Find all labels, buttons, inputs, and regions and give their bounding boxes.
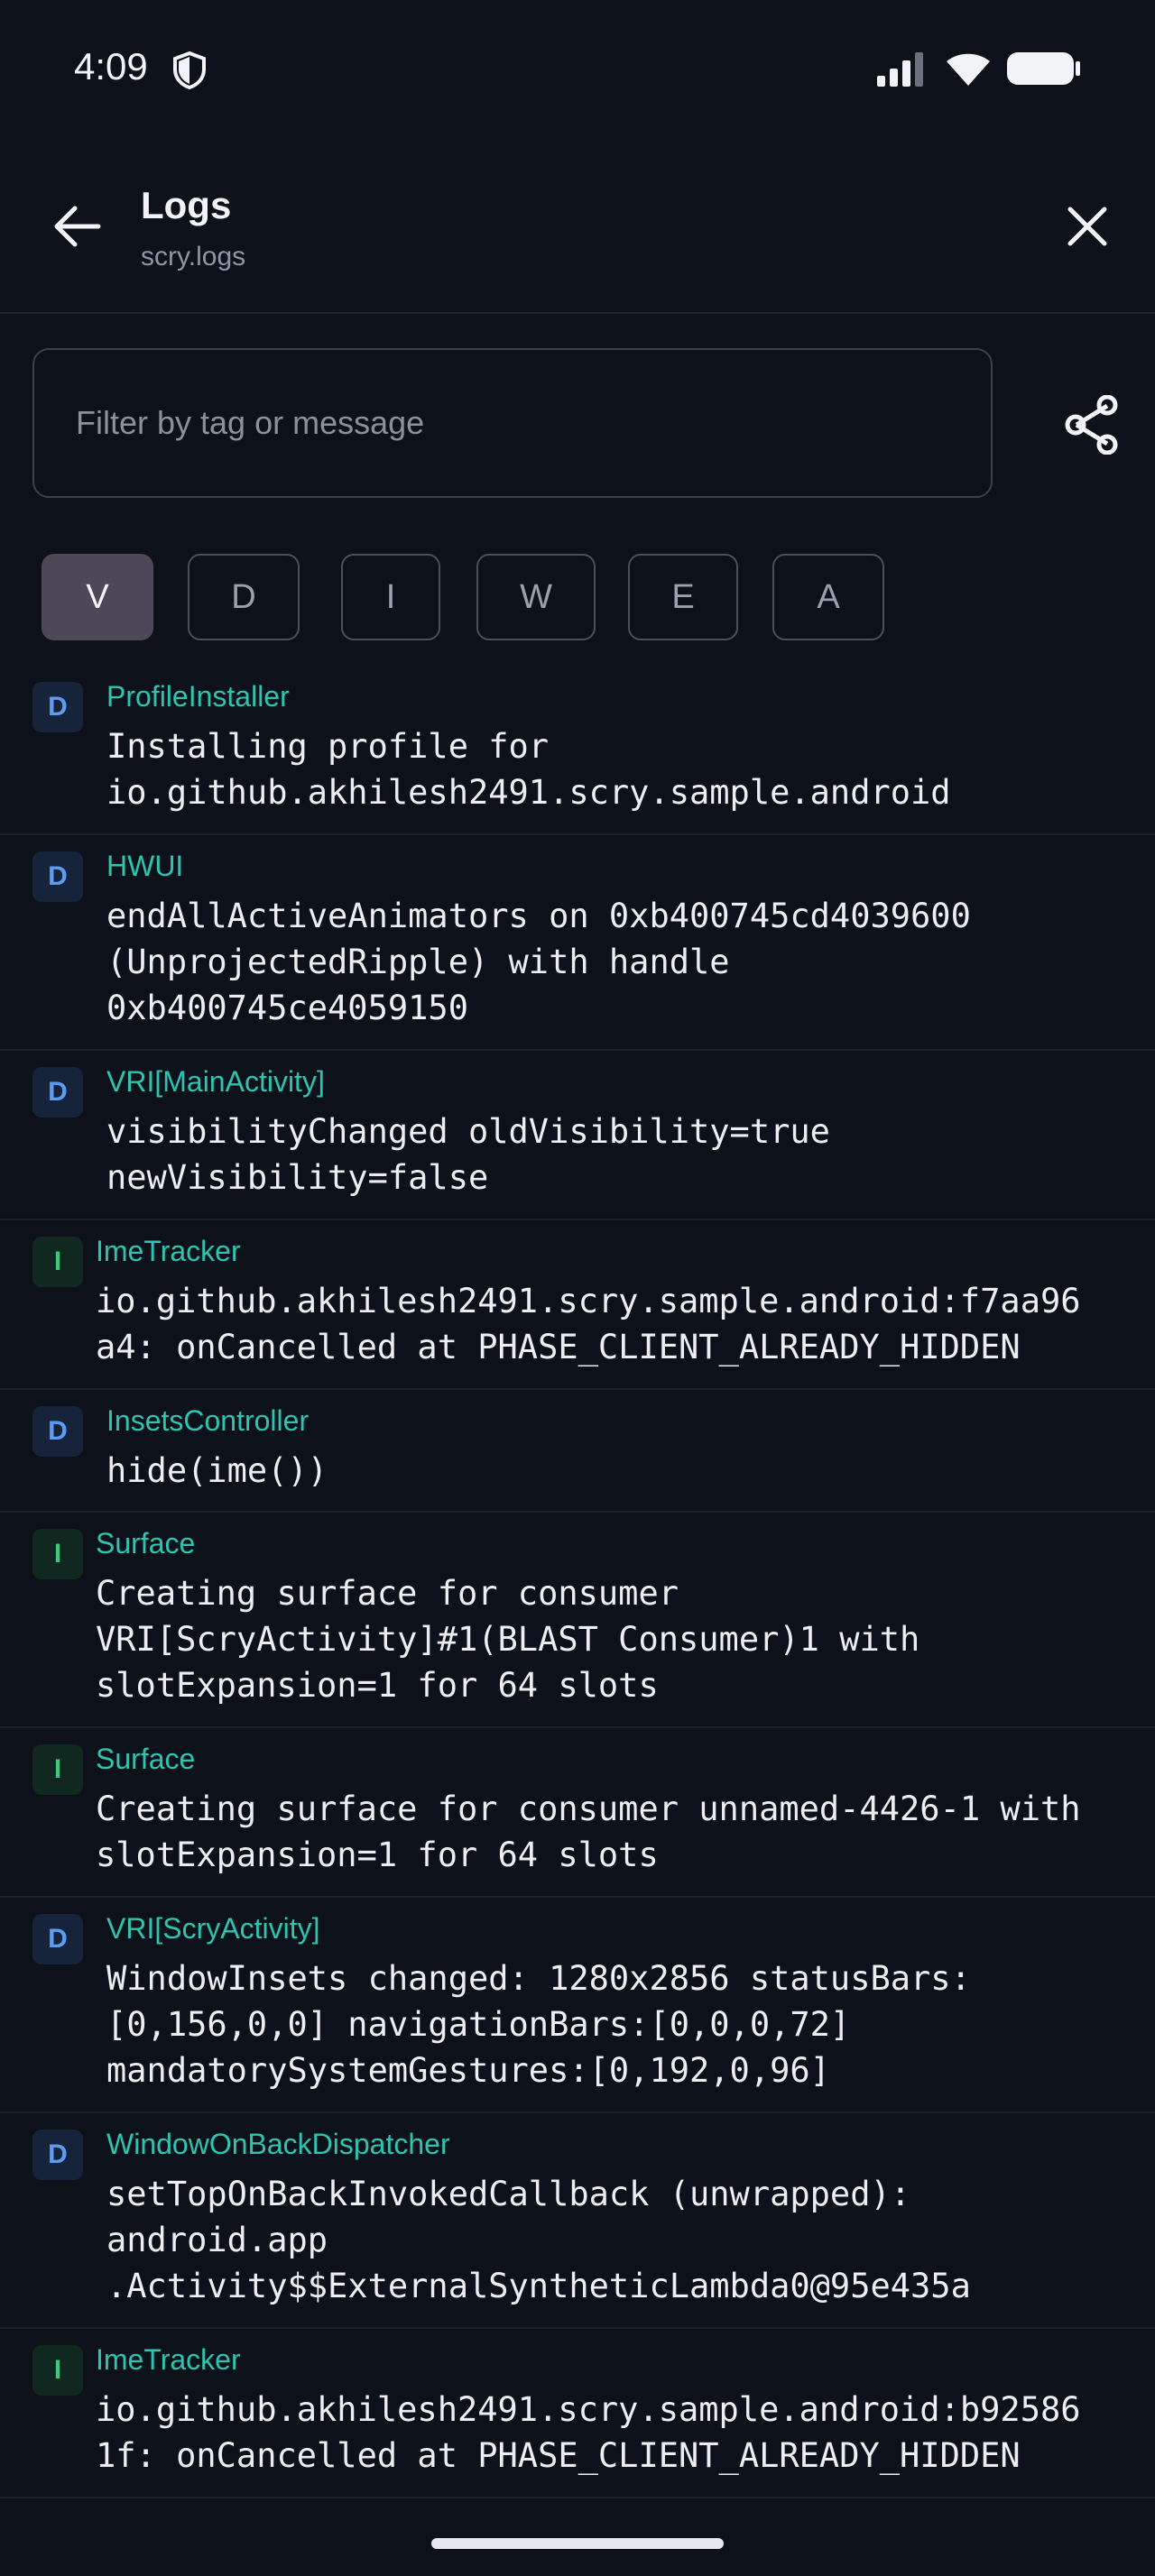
log-message-line: VRI[ScryActivity]#1(BLAST Consumer)1 wit…: [96, 1620, 920, 1659]
log-message-line: Installing profile for: [106, 727, 550, 766]
level-badge: D: [32, 1406, 83, 1457]
log-tag: WindowOnBackDispatcher: [106, 2128, 450, 2160]
log-tag: ImeTracker: [96, 2343, 241, 2376]
shield-icon: [173, 51, 206, 90]
log-message-line: hide(ime()): [106, 1451, 328, 1490]
log-message: Installing profile for io.github.akhilesh…: [106, 723, 951, 815]
log-message-line: setTopOnBackInvokedCallback (unwrapped):: [106, 2175, 911, 2213]
log-tag: VRI[MainActivity]: [106, 1065, 325, 1098]
status-time: 4:09: [74, 45, 148, 87]
log-message-line: .Activity$$ExternalSyntheticLambda0@95e4…: [106, 2267, 971, 2305]
log-message: io.github.akhilesh2491.scry.sample.andro…: [96, 2387, 1081, 2479]
status-icons: [877, 51, 1081, 87]
log-message-line: visibilityChanged oldVisibility=true: [106, 1112, 830, 1151]
log-tag: ProfileInstaller: [106, 680, 290, 713]
battery-icon: [1007, 52, 1080, 85]
level-chip-e[interactable]: E: [628, 554, 738, 640]
level-chip-v[interactable]: V: [42, 554, 153, 640]
log-message-line: endAllActiveAnimators on 0xb400745cd4039…: [106, 897, 971, 935]
close-icon: [1067, 207, 1107, 246]
home-indicator[interactable]: [431, 2538, 724, 2549]
log-message: setTopOnBackInvokedCallback (unwrapped):…: [106, 2171, 971, 2309]
log-message: Creating surface for consumer unnamed-44…: [96, 1786, 1081, 1878]
log-message: visibilityChanged oldVisibility=true newV…: [106, 1109, 830, 1201]
log-message-line: slotExpansion=1 for 64 slots: [96, 1666, 659, 1705]
log-row[interactable]: I ImeTracker io.github.akhilesh2491.scry.s…: [0, 1220, 1155, 1390]
level-badge: D: [32, 682, 83, 732]
page-subtitle: scry.logs: [141, 242, 246, 271]
level-badge: D: [32, 1067, 83, 1118]
share-icon: [1065, 395, 1118, 455]
log-message-line: 1f: onCancelled at PHASE_CLIENT_ALREADY_…: [96, 2436, 1021, 2475]
log-row[interactable]: D InsetsController hide(ime()): [0, 1390, 1155, 1513]
log-message-line: android.app: [106, 2221, 328, 2259]
log-message-line: (UnprojectedRipple) with handle: [106, 943, 730, 981]
log-tag: VRI[ScryActivity]: [106, 1912, 320, 1945]
signal-icon: [877, 52, 923, 87]
level-chip-d[interactable]: D: [188, 554, 300, 640]
level-badge: D: [32, 2130, 83, 2180]
log-message-line: io.github.akhilesh2491.scry.sample.andro…: [96, 1282, 1081, 1320]
log-message-line: Creating surface for consumer unnamed-44…: [96, 1789, 1081, 1828]
level-badge: I: [32, 1744, 83, 1795]
log-message-line: Creating surface for consumer: [96, 1574, 679, 1613]
level-badge: I: [32, 1237, 83, 1287]
log-tag: ImeTracker: [96, 1235, 241, 1267]
level-badge: D: [32, 851, 83, 902]
log-message-line: newVisibility=false: [106, 1158, 489, 1197]
log-row[interactable]: I Surface Creating surface for consumer un…: [0, 1728, 1155, 1898]
log-message: hide(ime()): [106, 1448, 328, 1494]
close-button[interactable]: [1056, 195, 1119, 258]
level-badge: I: [32, 2345, 83, 2396]
log-row[interactable]: D WindowOnBackDispatcher setTopOnBackInvok…: [0, 2113, 1155, 2329]
status-bar: 4:09: [0, 0, 1155, 141]
log-message: WindowInsets changed: 1280x2856 statusBa…: [106, 1955, 971, 2093]
page-title: Logs: [141, 184, 232, 226]
log-message-line: [0,156,0,0] navigationBars:[0,0,0,72]: [106, 2005, 851, 2044]
log-message-line: mandatorySystemGestures:[0,192,0,96]: [106, 2051, 830, 2090]
filter-input[interactable]: [32, 348, 993, 498]
log-row[interactable]: I Surface Creating surface for consumer VRI…: [0, 1513, 1155, 1728]
level-chip-a[interactable]: A: [772, 554, 884, 640]
log-message-line: slotExpansion=1 for 64 slots: [96, 1835, 659, 1874]
log-message-line: io.github.akhilesh2491.scry.sample.andro…: [96, 2390, 1081, 2429]
log-message: endAllActiveAnimators on 0xb400745cd4039…: [106, 893, 971, 1031]
log-message-line: 0xb400745ce4059150: [106, 989, 468, 1027]
log-row[interactable]: D VRI[ScryActivity] WindowInsets changed: …: [0, 1898, 1155, 2113]
log-message: io.github.akhilesh2491.scry.sample.andro…: [96, 1278, 1081, 1370]
log-message-line: io.github.akhilesh2491.scry.sample.andro…: [106, 773, 951, 812]
log-row[interactable]: I ImeTracker io.github.akhilesh2491.scry.s…: [0, 2329, 1155, 2498]
level-badge: I: [32, 1529, 83, 1579]
log-row[interactable]: D HWUI endAllActiveAnimators on 0xb400745c…: [0, 835, 1155, 1051]
log-message-line: a4: onCancelled at PHASE_CLIENT_ALREADY_…: [96, 1328, 1021, 1366]
log-tag: Surface: [96, 1743, 196, 1775]
log-message: Creating surface for consumer VRI[ScryAct…: [96, 1570, 919, 1708]
log-list: D ProfileInstaller Installing profile for i…: [0, 666, 1155, 2498]
share-button[interactable]: [1054, 393, 1130, 456]
arrow-left-icon: [54, 206, 101, 247]
log-tag: InsetsController: [106, 1404, 310, 1437]
log-message-line: WindowInsets changed: 1280x2856 statusBa…: [106, 1959, 971, 1998]
level-chip-w[interactable]: W: [476, 554, 596, 640]
log-tag: Surface: [96, 1527, 196, 1559]
wifi-icon: [947, 53, 990, 86]
level-badge: D: [32, 1914, 83, 1964]
level-chip-i[interactable]: I: [341, 554, 440, 640]
log-row[interactable]: D ProfileInstaller Installing profile for i…: [0, 666, 1155, 835]
log-row[interactable]: D VRI[MainActivity] visibilityChanged oldV…: [0, 1051, 1155, 1220]
app-bar: Logs scry.logs: [0, 141, 1155, 314]
back-button[interactable]: [45, 195, 108, 258]
log-tag: HWUI: [106, 850, 184, 882]
